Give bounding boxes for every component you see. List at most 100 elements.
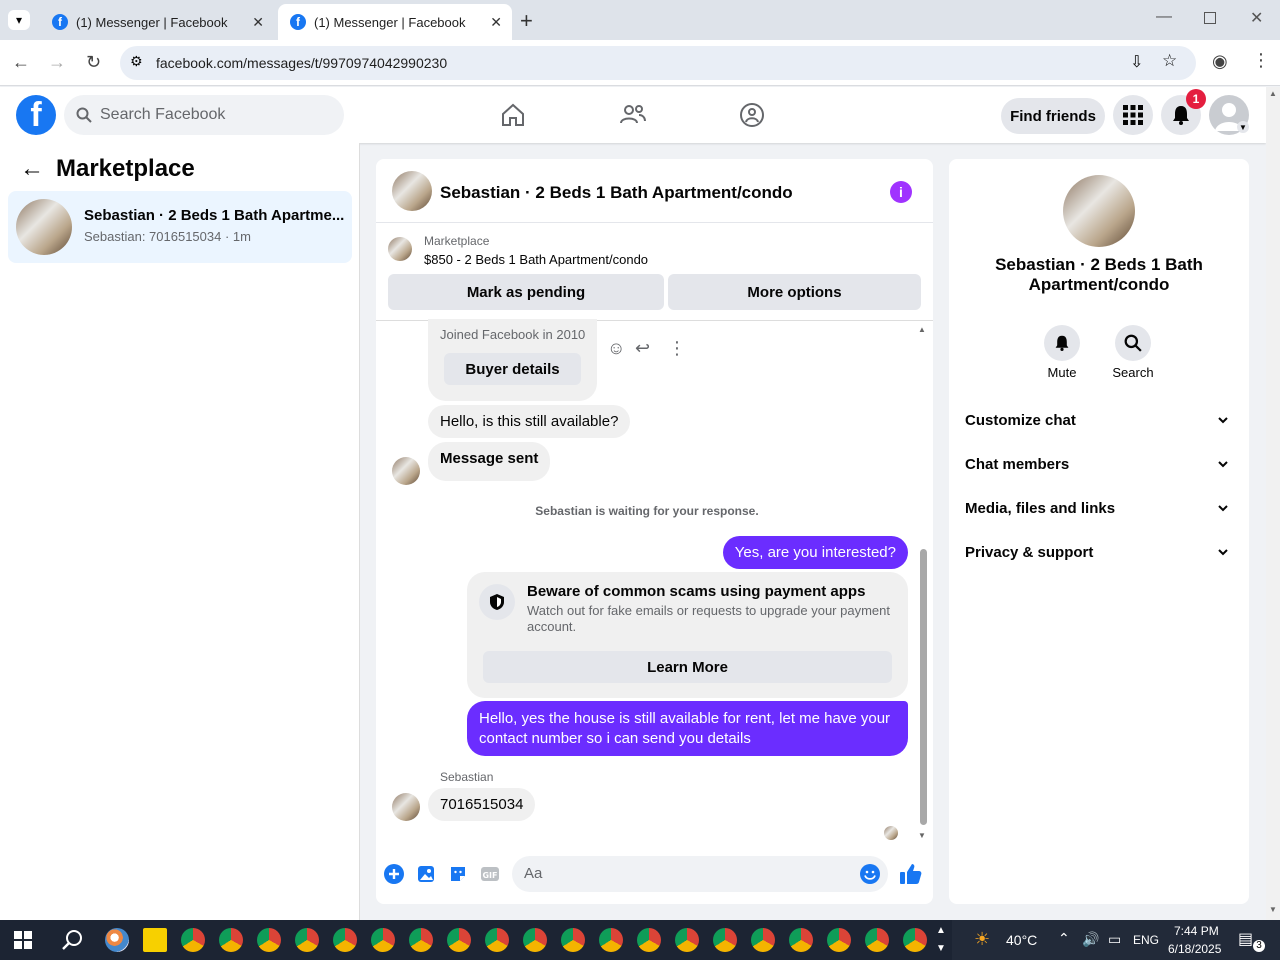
account-chevron-down-icon[interactable]: ▼ (1237, 121, 1249, 133)
mark-as-pending-button[interactable]: Mark as pending (388, 274, 664, 310)
page-scrollbar[interactable]: ▲ ▼ (1266, 87, 1280, 920)
restore-button[interactable] (1204, 12, 1216, 24)
volume-icon[interactable]: 🔊 (1082, 931, 1099, 948)
network-icon[interactable]: ▭ (1108, 931, 1121, 948)
sender-avatar[interactable] (392, 793, 420, 821)
new-tab-button[interactable]: + (520, 8, 533, 34)
menu-button[interactable] (1113, 95, 1153, 135)
search-input[interactable]: Search Facebook (64, 95, 344, 135)
back-arrow-icon[interactable]: ← (20, 155, 44, 183)
chrome-app-icon[interactable] (371, 928, 395, 952)
chat-title[interactable]: Sebastian · 2 Beds 1 Bath Apartment/cond… (440, 183, 793, 203)
facebook-logo-icon[interactable]: f (16, 95, 56, 135)
chrome-app-icon[interactable] (523, 928, 547, 952)
close-tab-icon[interactable]: ✕ (252, 14, 264, 31)
chrome-app-icon[interactable] (827, 928, 851, 952)
learn-more-button[interactable]: Learn More (483, 651, 892, 683)
outgoing-message-bubble[interactable]: Hello, yes the house is still available … (467, 701, 908, 756)
close-window-button[interactable]: ✕ (1250, 8, 1263, 28)
reload-icon[interactable]: ↻ (86, 52, 101, 73)
sticky-notes-app-icon[interactable] (143, 928, 167, 952)
tab-messenger-2[interactable]: f (1) Messenger | Facebook ✕ (278, 4, 512, 40)
address-bar[interactable]: ⚙ facebook.com/messages/t/99709740429902… (120, 46, 1196, 80)
scroll-up-icon[interactable]: ▲ (1269, 89, 1277, 98)
chrome-app-icon[interactable] (713, 928, 737, 952)
profile-photo[interactable] (1063, 175, 1135, 247)
more-options-button[interactable]: More options (668, 274, 921, 310)
search-icon[interactable] (61, 929, 83, 951)
media-files-links-row[interactable]: Media, files and links (965, 500, 1233, 517)
windows-start-icon[interactable] (14, 931, 32, 949)
outgoing-message-bubble[interactable]: Yes, are you interested? (722, 536, 908, 569)
language-indicator[interactable]: ENG (1133, 933, 1159, 947)
react-emoji-icon[interactable]: ☺ (607, 338, 625, 359)
message-bubble[interactable]: Hello, is this still available? (428, 405, 631, 438)
chrome-app-icon[interactable] (409, 928, 433, 952)
chrome-app-icon[interactable] (599, 928, 623, 952)
back-icon[interactable]: ← (12, 52, 30, 73)
sticker-icon[interactable] (448, 864, 468, 884)
chrome-app-icon[interactable] (675, 928, 699, 952)
chrome-app-icon[interactable] (561, 928, 585, 952)
browser-menu-icon[interactable]: ⋮ (1252, 50, 1270, 71)
chrome-app-icon[interactable] (637, 928, 661, 952)
install-app-icon[interactable]: ⇩ (1130, 52, 1143, 72)
friends-icon[interactable] (619, 101, 647, 129)
listing-thumbnail-small[interactable] (388, 237, 412, 261)
search-in-chat-button[interactable] (1115, 325, 1151, 361)
forward-icon[interactable]: → (48, 52, 66, 73)
close-tab-icon[interactable]: ✕ (490, 14, 502, 31)
scroll-down-icon[interactable]: ▼ (918, 831, 926, 840)
scrollbar-thumb[interactable] (920, 549, 927, 825)
minimize-button[interactable]: — (1156, 8, 1172, 26)
bookmark-star-icon[interactable]: ☆ (1162, 51, 1177, 71)
clock-date[interactable]: 6/18/2025 (1168, 942, 1221, 956)
reply-icon[interactable]: ↩ (635, 338, 650, 359)
chrome-app-icon[interactable] (903, 928, 927, 952)
groups-icon[interactable] (738, 101, 766, 129)
site-settings-icon[interactable]: ⚙ (130, 53, 143, 70)
listing-title[interactable]: $850 - 2 Beds 1 Bath Apartment/condo (424, 252, 648, 267)
chrome-app-icon[interactable] (181, 928, 205, 952)
message-bubble[interactable]: Message sent (428, 442, 551, 481)
info-icon[interactable]: i (890, 181, 912, 203)
chrome-app-icon[interactable] (751, 928, 775, 952)
privacy-support-row[interactable]: Privacy & support (965, 544, 1233, 561)
find-friends-button[interactable]: Find friends (1001, 98, 1105, 134)
chat-members-row[interactable]: Chat members (965, 456, 1233, 473)
sender-avatar[interactable] (392, 457, 420, 485)
more-actions-plus-icon[interactable] (384, 864, 404, 884)
message-input[interactable]: Aa (512, 856, 888, 892)
buyer-details-button[interactable]: Buyer details (444, 353, 581, 385)
temperature-text[interactable]: 40°C (1006, 932, 1037, 948)
show-hidden-icons-icon[interactable]: ⌃ (1058, 930, 1070, 947)
attach-photo-icon[interactable] (416, 864, 436, 884)
scroll-down-icon[interactable]: ▼ (1269, 905, 1277, 914)
paint-app-icon[interactable] (105, 928, 129, 952)
chat-avatar[interactable] (392, 171, 432, 211)
chrome-app-icon[interactable] (295, 928, 319, 952)
chrome-app-icon[interactable] (219, 928, 243, 952)
profile-icon[interactable]: ◉ (1212, 51, 1228, 72)
like-thumbs-up-icon[interactable] (900, 862, 922, 886)
tab-list-dropdown[interactable]: ▾ (8, 10, 30, 30)
home-icon[interactable] (499, 101, 527, 129)
clock-time[interactable]: 7:44 PM (1174, 924, 1219, 938)
chrome-app-icon[interactable] (257, 928, 281, 952)
taskbar-scroll-icon[interactable]: ▲ ▼ (936, 922, 946, 958)
conversation-item[interactable]: Sebastian · 2 Beds 1 Bath Apartme... Seb… (8, 191, 352, 263)
customize-chat-row[interactable]: Customize chat (965, 412, 1233, 429)
chrome-app-icon[interactable] (865, 928, 889, 952)
chrome-app-icon[interactable] (447, 928, 471, 952)
chrome-app-icon[interactable] (333, 928, 357, 952)
chrome-app-icon[interactable] (485, 928, 509, 952)
weather-icon[interactable]: ☀ (974, 929, 990, 950)
tab-messenger-1[interactable]: f (1) Messenger | Facebook ✕ (40, 4, 274, 40)
chrome-app-icon[interactable] (789, 928, 813, 952)
mute-button[interactable] (1044, 325, 1080, 361)
more-actions-icon[interactable]: ⋮ (668, 338, 686, 359)
notification-center-icon[interactable]: ▤ (1238, 929, 1253, 949)
scroll-up-icon[interactable]: ▲ (918, 325, 926, 334)
message-bubble[interactable]: 7016515034 (428, 788, 536, 821)
emoji-icon[interactable] (860, 864, 880, 884)
